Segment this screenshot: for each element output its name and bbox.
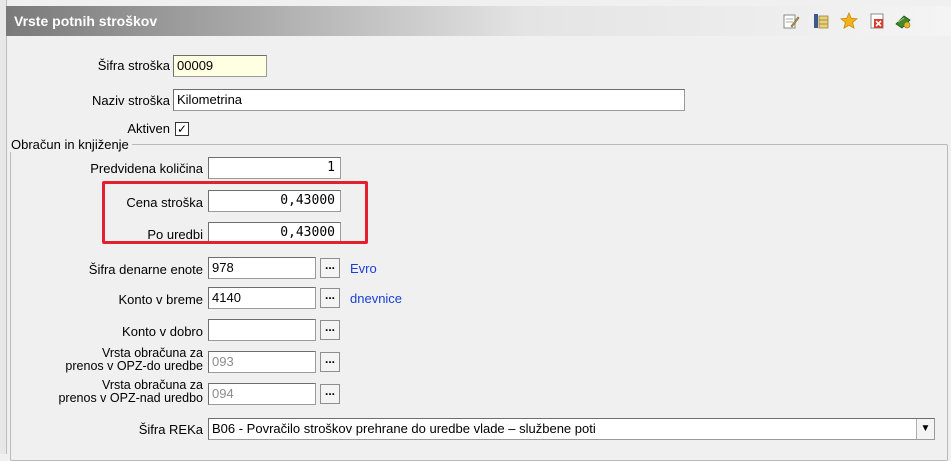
group-title: Obračun in knjiženje xyxy=(8,137,132,152)
konto-v-dobro-input[interactable] xyxy=(208,319,316,341)
konto-v-breme-lookup-button[interactable]: ... xyxy=(320,288,340,308)
book-icon[interactable] xyxy=(894,12,912,30)
naziv-stroska-label: Naziv stroška xyxy=(91,93,170,108)
sifra-reka-value: B06 - Povračilo stroškov prehrane do ure… xyxy=(212,421,596,436)
opz-nad-uredbo-label: Vrsta obračuna za prenos v OPZ-nad uredb… xyxy=(10,379,203,405)
konto-v-breme-description[interactable]: dnevnice xyxy=(350,291,402,306)
title-bar: Vrste potnih stroškov xyxy=(6,6,951,36)
chevron-down-icon[interactable]: ▼ xyxy=(916,419,934,439)
predvidena-kolicina-label: Predvidena količina xyxy=(90,161,203,176)
predvidena-kolicina-input[interactable]: 1 xyxy=(208,157,341,179)
sifra-denarne-enote-input[interactable]: 978 xyxy=(208,257,316,279)
opz-do-uredbe-label-line2: prenos v OPZ-do uredbe xyxy=(65,359,203,373)
sifra-denarne-enote-label: Šifra denarne enote xyxy=(88,262,203,277)
star-icon[interactable] xyxy=(840,12,858,30)
aktiven-label: Aktiven xyxy=(127,121,170,136)
delete-icon[interactable] xyxy=(868,12,886,30)
table-icon[interactable] xyxy=(812,12,830,30)
naziv-stroska-input[interactable]: Kilometrina xyxy=(173,89,685,111)
opz-nad-uredbo-label-line2: prenos v OPZ-nad uredbo xyxy=(58,391,203,405)
denarna-enota-lookup-button[interactable]: ... xyxy=(320,258,340,278)
opz-nad-uredbo-input[interactable]: 094 xyxy=(208,383,316,405)
sifra-stroska-label: Šifra stroška xyxy=(97,58,170,73)
edit-icon[interactable] xyxy=(782,12,800,30)
konto-v-dobro-label: Konto v dobro xyxy=(122,324,203,339)
opz-do-uredbe-lookup-button[interactable]: ... xyxy=(320,352,340,372)
konto-v-breme-label: Konto v breme xyxy=(118,292,203,307)
opz-do-uredbe-input[interactable]: 093 xyxy=(208,351,316,373)
window-left-edge xyxy=(0,0,7,454)
sifra-stroska-input[interactable]: 00009 xyxy=(173,55,267,77)
konto-v-dobro-lookup-button[interactable]: ... xyxy=(320,320,340,340)
opz-do-uredbe-label: Vrsta obračuna za prenos v OPZ-do uredbe xyxy=(10,347,203,373)
aktiven-checkbox[interactable]: ✓ xyxy=(175,122,189,136)
denarna-enota-description[interactable]: Evro xyxy=(350,261,377,276)
sifra-reka-select[interactable]: B06 - Povračilo stroškov prehrane do ure… xyxy=(208,418,935,440)
opz-nad-uredbo-lookup-button[interactable]: ... xyxy=(320,384,340,404)
konto-v-breme-input[interactable]: 4140 xyxy=(208,287,316,309)
window-title: Vrste potnih stroškov xyxy=(14,13,158,29)
highlight-box xyxy=(102,181,368,244)
sifra-reka-label: Šifra REKa xyxy=(138,422,203,437)
